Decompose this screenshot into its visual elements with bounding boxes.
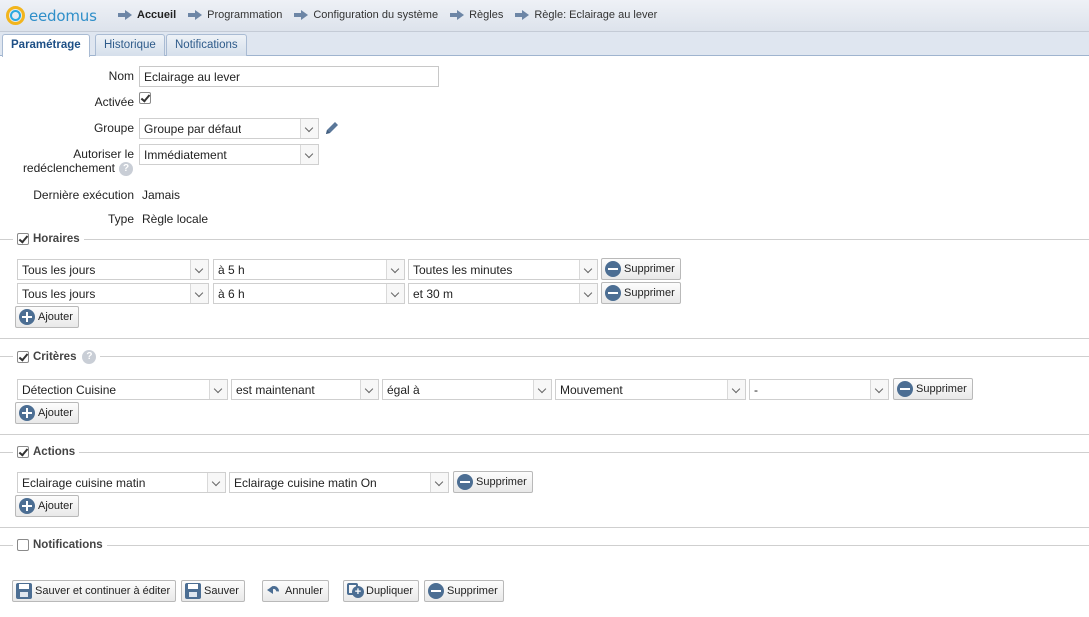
eedomus-logo[interactable]: eedomus (6, 6, 97, 25)
horaires-checkbox[interactable] (17, 233, 29, 245)
notifications-section (0, 545, 1089, 546)
criteres-header: Critères ? (13, 350, 101, 364)
derniere-execution-value: Jamais (142, 188, 181, 202)
arrow-right-icon (118, 10, 132, 20)
nom-input[interactable] (139, 66, 439, 87)
minus-circle-icon (457, 474, 473, 490)
arrow-right-icon (294, 10, 309, 20)
redeclenchement-label: redéclenchement (22, 161, 115, 175)
chevron-down-icon (727, 380, 745, 399)
type-label: Type (107, 212, 134, 226)
action-value-select[interactable]: Eclairage cuisine matin On (229, 472, 449, 493)
arrow-right-icon (450, 10, 465, 20)
critere-value-select[interactable]: Mouvement (555, 379, 746, 400)
critere-operator-select[interactable]: égal à (382, 379, 552, 400)
notifications-checkbox[interactable] (17, 539, 29, 551)
help-icon[interactable]: ? (82, 350, 97, 364)
minus-circle-icon (605, 261, 621, 277)
arrow-right-icon (515, 10, 530, 20)
save-button[interactable]: Sauver (181, 580, 245, 602)
logo-icon (6, 6, 25, 25)
critere-remove-button[interactable]: Supprimer (893, 378, 973, 400)
chevron-down-icon (190, 284, 208, 303)
chevron-down-icon (870, 380, 888, 399)
groupe-label: Groupe (93, 121, 134, 135)
tab-historique[interactable]: Historique (95, 34, 165, 56)
chevron-down-icon (360, 380, 378, 399)
horaires-add-button[interactable]: Ajouter (15, 306, 79, 328)
minus-circle-icon (428, 583, 444, 599)
horaire-1-remove-button[interactable]: Supprimer (601, 258, 681, 280)
tab-notifications[interactable]: Notifications (166, 34, 247, 56)
plus-circle-icon (19, 405, 35, 421)
arrow-right-icon (188, 10, 203, 20)
critere-when-select[interactable]: est maintenant (231, 379, 379, 400)
help-icon[interactable]: ? (119, 162, 133, 176)
breadcrumb-item-programmation[interactable]: Programmation (188, 9, 282, 21)
nom-label: Nom (108, 69, 134, 83)
breadcrumb-item-configuration[interactable]: Configuration du système (294, 9, 438, 21)
delete-button[interactable]: Supprimer (424, 580, 504, 602)
chevron-down-icon (386, 260, 404, 279)
notifications-header: Notifications (13, 539, 107, 551)
chevron-down-icon (300, 119, 318, 138)
type-value: Règle locale (142, 212, 209, 226)
breadcrumb-item-current-rule[interactable]: Règle: Eclairage au lever (515, 9, 657, 21)
actions-header: Actions (13, 446, 80, 458)
plus-circle-icon (19, 309, 35, 325)
horaire-2-hour-select[interactable]: à 6 h (213, 283, 405, 304)
chevron-down-icon (579, 284, 597, 303)
redeclenchement-select[interactable]: Immédiatement (139, 144, 319, 165)
criteres-add-button[interactable]: Ajouter (15, 402, 79, 424)
autoriser-label: Autoriser le (73, 147, 134, 161)
horaire-1-minute-select[interactable]: Toutes les minutes (408, 259, 598, 280)
plus-circle-icon (19, 498, 35, 514)
groupe-select[interactable]: Groupe par défaut (139, 118, 319, 139)
activee-label: Activée (94, 95, 134, 109)
chevron-down-icon (207, 473, 225, 492)
horaire-2-day-select[interactable]: Tous les jours (17, 283, 209, 304)
undo-icon (266, 583, 282, 599)
chevron-down-icon (209, 380, 227, 399)
horaire-1-hour-select[interactable]: à 5 h (213, 259, 405, 280)
critere-extra-select[interactable]: - (749, 379, 889, 400)
top-bar: eedomus Accueil Programmation Configurat… (0, 0, 1089, 32)
duplicate-icon (347, 583, 364, 599)
tab-parametrage[interactable]: Paramétrage (2, 34, 90, 57)
horaire-2-minute-select[interactable]: et 30 m (408, 283, 598, 304)
chevron-down-icon (533, 380, 551, 399)
horaire-2-remove-button[interactable]: Supprimer (601, 282, 681, 304)
derniere-execution-label: Dernière exécution (33, 188, 134, 202)
cancel-button[interactable]: Annuler (262, 580, 329, 602)
minus-circle-icon (897, 381, 913, 397)
floppy-disk-icon (16, 583, 32, 599)
action-remove-button[interactable]: Supprimer (453, 471, 533, 493)
breadcrumb-item-regles[interactable]: Règles (450, 9, 503, 21)
action-device-select[interactable]: Eclairage cuisine matin (17, 472, 226, 493)
horaires-header: Horaires (13, 233, 84, 245)
edit-pencil-icon[interactable] (323, 119, 341, 137)
actions-add-button[interactable]: Ajouter (15, 495, 79, 517)
critere-device-select[interactable]: Détection Cuisine (17, 379, 228, 400)
logo-text: eedomus (29, 6, 97, 25)
duplicate-button[interactable]: Dupliquer (343, 580, 420, 602)
horaire-1-day-select[interactable]: Tous les jours (17, 259, 209, 280)
activee-checkbox[interactable] (139, 92, 151, 104)
chevron-down-icon (190, 260, 208, 279)
floppy-disk-icon (185, 583, 201, 599)
breadcrumb-item-accueil[interactable]: Accueil (118, 9, 176, 21)
chevron-down-icon (386, 284, 404, 303)
save-and-continue-button[interactable]: Sauver et continuer à éditer (12, 580, 177, 602)
chevron-down-icon (579, 260, 597, 279)
criteres-checkbox[interactable] (17, 351, 29, 363)
chevron-down-icon (430, 473, 448, 492)
tab-bar: Paramétrage Historique Notifications (0, 32, 1089, 57)
breadcrumb: Accueil Programmation Configuration du s… (118, 9, 669, 21)
actions-checkbox[interactable] (17, 446, 29, 458)
chevron-down-icon (300, 145, 318, 164)
minus-circle-icon (605, 285, 621, 301)
